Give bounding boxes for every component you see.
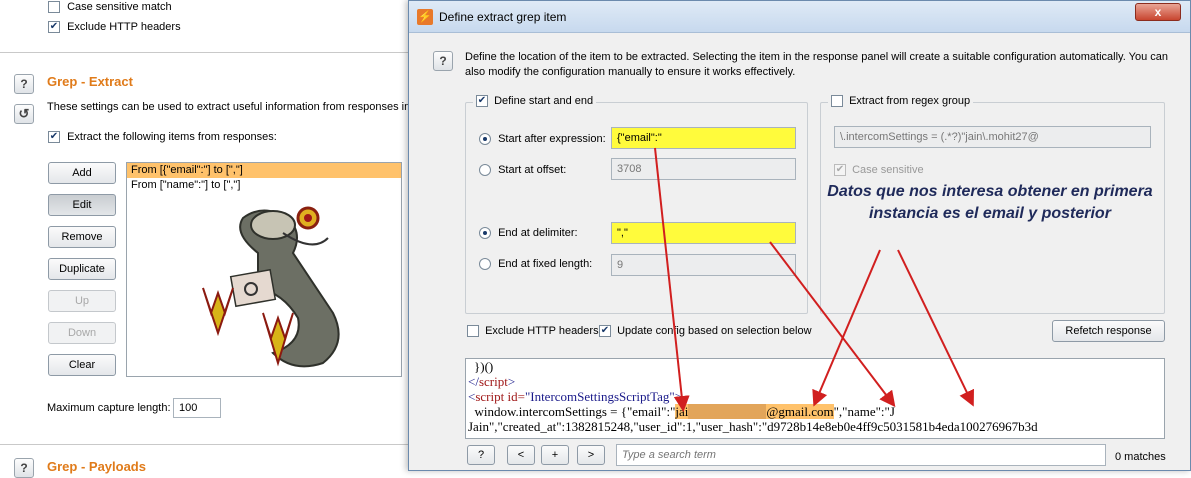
- arrow-line: [812, 249, 881, 407]
- arrow-line: [897, 249, 974, 407]
- arrow-line: [654, 147, 690, 412]
- arrow-line: [769, 241, 896, 408]
- annotation-arrows: [654, 147, 974, 412]
